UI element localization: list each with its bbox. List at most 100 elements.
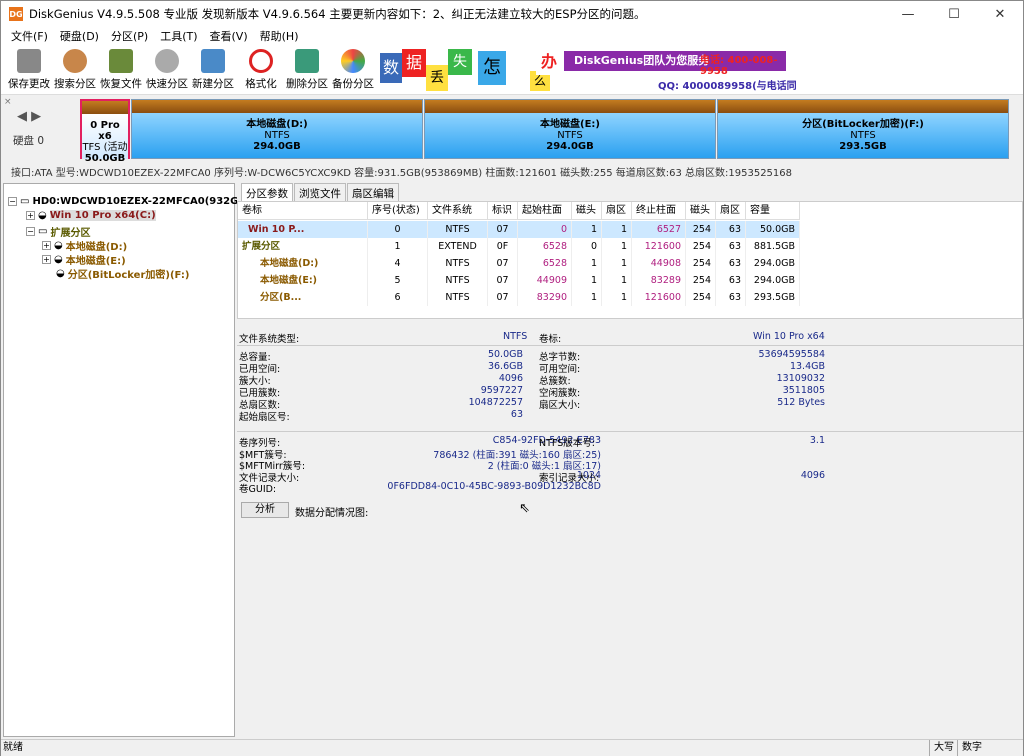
table-cell: 83289 bbox=[632, 272, 686, 289]
table-cell: EXTEND bbox=[428, 238, 488, 255]
table-cell: 6528 bbox=[518, 255, 572, 272]
table-cell: 1 bbox=[572, 221, 602, 238]
table-cell: 63 bbox=[716, 221, 746, 238]
table-cell: 6 bbox=[368, 289, 428, 306]
partition-icon: ◒ bbox=[56, 268, 65, 279]
new-partition-button[interactable]: 新建分区 bbox=[191, 49, 235, 95]
menu-view[interactable]: 查看(V) bbox=[204, 28, 254, 44]
disk-label: 硬盘 0 bbox=[13, 135, 45, 147]
menu-bar: 文件(F) 硬盘(D) 分区(P) 工具(T) 查看(V) 帮助(H) bbox=[1, 27, 1023, 45]
backup-partition-button[interactable]: 备份分区 bbox=[331, 49, 375, 95]
prop-value: 13.4GB bbox=[789, 361, 825, 372]
prop-value: 36.6GB bbox=[487, 361, 523, 372]
table-cell: 63 bbox=[716, 272, 746, 289]
prop-label: 扇区大小: bbox=[539, 400, 581, 411]
table-cell: 本地磁盘(E:) bbox=[238, 272, 368, 289]
quick-partition-button[interactable]: 快速分区 bbox=[145, 49, 189, 95]
status-text: 就绪 bbox=[3, 742, 23, 753]
recover-icon bbox=[109, 49, 133, 73]
tree-item-e[interactable]: + ◒ 本地磁盘(E:) bbox=[42, 252, 126, 267]
table-cell: 07 bbox=[488, 272, 518, 289]
delete-partition-button[interactable]: 删除分区 bbox=[285, 49, 329, 95]
prop-value: 13109032 bbox=[776, 373, 825, 384]
prop-value: 104872257 bbox=[468, 397, 523, 408]
partition-block-c[interactable]: 0 Pro x6 TFS (活动 50.0GB bbox=[80, 99, 130, 164]
disk-info-line: 接口:ATA 型号:WDCWD10EZEX-22MFCA0 序列号:W-DCW6… bbox=[11, 168, 793, 179]
minimize-button[interactable]: — bbox=[885, 1, 931, 27]
table-cell: 07 bbox=[488, 289, 518, 306]
format-button[interactable]: 格式化 bbox=[239, 49, 283, 95]
tab-browse-files[interactable]: 浏览文件 bbox=[294, 183, 346, 203]
table-cell: 254 bbox=[686, 221, 716, 238]
table-cell: 4 bbox=[368, 255, 428, 272]
table-cell: NTFS bbox=[428, 289, 488, 306]
tree-item-hd0[interactable]: − ▭ HD0:WDCWD10EZEX-22MFCA0(932GB) bbox=[8, 196, 251, 207]
disk-nav-arrows-icon[interactable]: ◀ ▶ bbox=[17, 109, 41, 124]
tab-bar: 分区参数 浏览文件 扇区编辑 bbox=[241, 183, 400, 203]
table-cell: 44908 bbox=[632, 255, 686, 272]
partition-icon: ◒ bbox=[54, 240, 63, 251]
close-button[interactable]: ✕ bbox=[977, 1, 1023, 27]
search-partition-button[interactable]: 搜索分区 bbox=[53, 49, 97, 95]
prop-value: 3.1 bbox=[809, 435, 825, 446]
table-cell: 1 bbox=[602, 272, 632, 289]
table-cell: 294.0GB bbox=[746, 272, 800, 289]
prop-value: 50.0GB bbox=[487, 349, 523, 360]
table-cell: 254 bbox=[686, 289, 716, 306]
tree-item-c[interactable]: + ◒ Win 10 Pro x64(C:) bbox=[26, 210, 156, 221]
menu-tools[interactable]: 工具(T) bbox=[154, 28, 203, 44]
table-cell: 分区(B... bbox=[238, 289, 368, 306]
table-cell: 121600 bbox=[632, 289, 686, 306]
menu-partition[interactable]: 分区(P) bbox=[105, 28, 154, 44]
app-window: DG DiskGenius V4.9.5.508 专业版 发现新版本 V4.9.… bbox=[0, 0, 1024, 756]
window-title: DiskGenius V4.9.5.508 专业版 发现新版本 V4.9.6.5… bbox=[29, 7, 646, 21]
prop-label: 卷GUID: bbox=[239, 484, 277, 495]
save-changes-button[interactable]: 保存更改 bbox=[7, 49, 51, 95]
collapse-icon[interactable]: × bbox=[4, 97, 12, 107]
partition-block-d[interactable]: 本地磁盘(D:) NTFS 294.0GB bbox=[131, 99, 423, 159]
menu-disk[interactable]: 硬盘(D) bbox=[54, 28, 105, 44]
table-cell: 881.5GB bbox=[746, 238, 800, 255]
tree-item-f[interactable]: ◒ 分区(BitLocker加密)(F:) bbox=[56, 266, 189, 281]
ad-banner[interactable]: 数 据 丢 失 怎 么 办 DiskGenius团队为您服务 电话: 400-0… bbox=[378, 47, 803, 107]
prop-value: 53694595584 bbox=[758, 349, 826, 360]
tab-partition-params[interactable]: 分区参数 bbox=[241, 183, 293, 203]
magnifier-icon bbox=[63, 49, 87, 73]
prop-value: 3511805 bbox=[782, 385, 825, 396]
menu-file[interactable]: 文件(F) bbox=[5, 28, 54, 44]
table-cell: NTFS bbox=[428, 272, 488, 289]
maximize-button[interactable]: ☐ bbox=[931, 1, 977, 27]
table-cell: 254 bbox=[686, 238, 716, 255]
partition-table: 卷标 序号(状态) 文件系统 标识 起始柱面 磁头 扇区 终止柱面 磁头 扇区 … bbox=[237, 201, 1023, 319]
table-cell: 0 bbox=[518, 221, 572, 238]
recover-files-button[interactable]: 恢复文件 bbox=[99, 49, 143, 95]
right-pane: 分区参数 浏览文件 扇区编辑 卷标 序号(状态) 文件系统 标识 起始柱面 磁头… bbox=[237, 183, 1023, 737]
status-bar: 就绪 大写 数字 bbox=[1, 739, 1023, 756]
table-cell: 0 bbox=[572, 238, 602, 255]
table-cell: 5 bbox=[368, 272, 428, 289]
prop-value: 0F6FDD84-0C10-45BC-9893-B09D1232BC8D bbox=[387, 481, 601, 492]
table-cell: Win 10 P... bbox=[238, 221, 368, 238]
partition-icon: ◒ bbox=[38, 210, 47, 221]
table-cell: 63 bbox=[716, 238, 746, 255]
extended-icon: ▭ bbox=[38, 226, 48, 237]
table-cell: 07 bbox=[488, 255, 518, 272]
table-cell: 63 bbox=[716, 255, 746, 272]
partition-block-f[interactable]: 分区(BitLocker加密)(F:) NTFS 293.5GB bbox=[717, 99, 1009, 159]
table-cell: 50.0GB bbox=[746, 221, 800, 238]
table-cell: 294.0GB bbox=[746, 255, 800, 272]
hdd-icon: ▭ bbox=[20, 196, 30, 207]
num-indicator: 数字 bbox=[957, 740, 986, 756]
partition-block-e[interactable]: 本地磁盘(E:) NTFS 294.0GB bbox=[424, 99, 716, 159]
analyze-button[interactable]: 分析 bbox=[241, 502, 289, 518]
tree-item-d[interactable]: + ◒ 本地磁盘(D:) bbox=[42, 238, 127, 253]
menu-help[interactable]: 帮助(H) bbox=[254, 28, 305, 44]
table-cell: 1 bbox=[602, 255, 632, 272]
prop-label: 起始扇区号: bbox=[239, 412, 290, 423]
disk-map-panel: × ◀ ▶ 硬盘 0 0 Pro x6 TFS (活动 50.0GB 本地磁盘(… bbox=[1, 95, 1023, 164]
table-cell: 83290 bbox=[518, 289, 572, 306]
table-cell: NTFS bbox=[428, 255, 488, 272]
partition-icon: ◒ bbox=[54, 254, 63, 265]
tree-item-extended[interactable]: − ▭ 扩展分区 bbox=[26, 224, 90, 239]
tab-sector-edit[interactable]: 扇区编辑 bbox=[347, 183, 399, 203]
